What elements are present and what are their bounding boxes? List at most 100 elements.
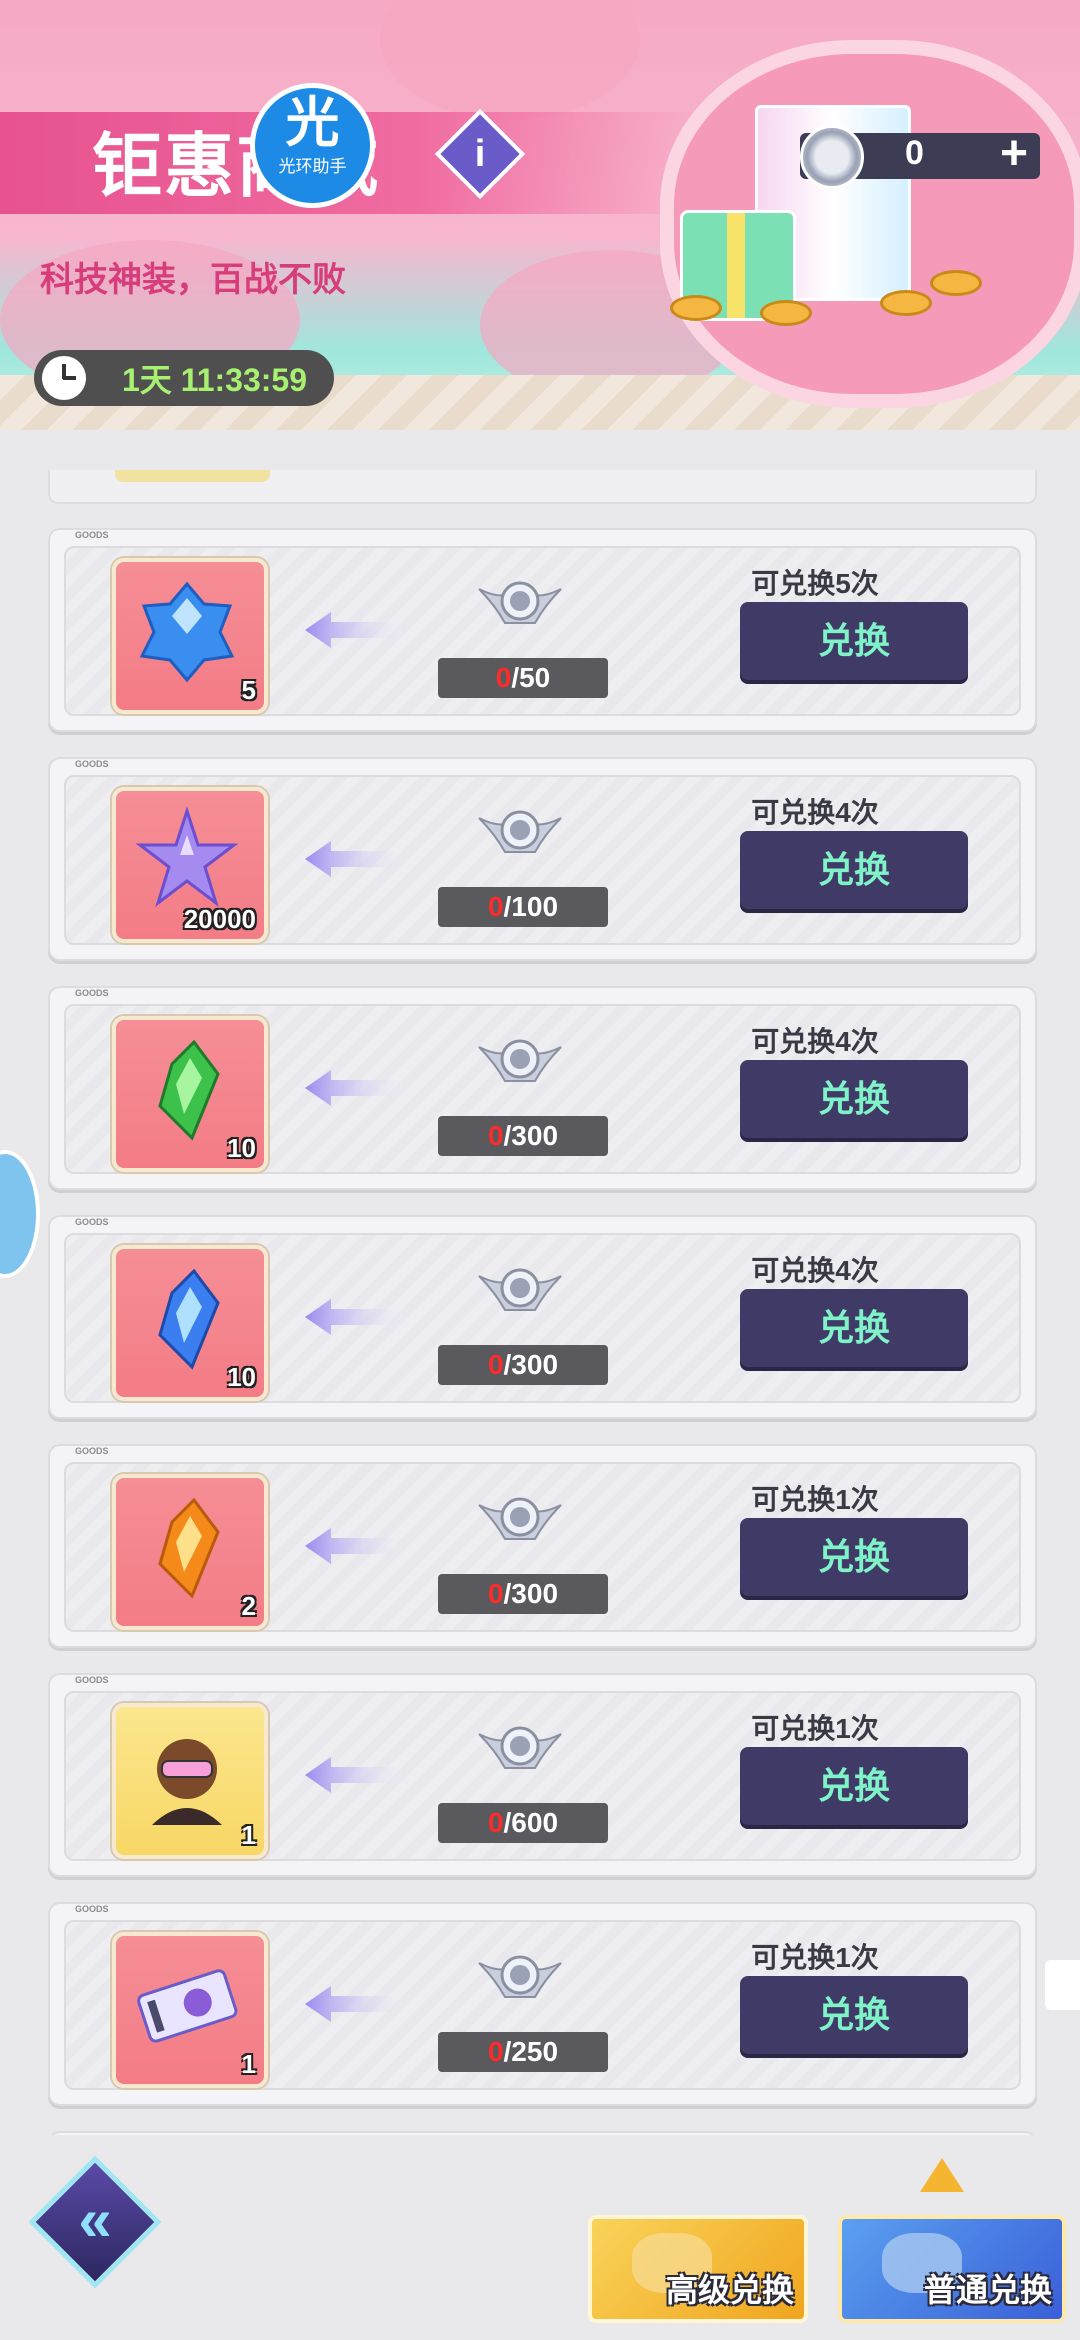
cost-progress: 0/300: [438, 1345, 608, 1385]
required-amount: /250: [503, 2036, 559, 2067]
back-chevrons-icon: «: [78, 2186, 112, 2253]
required-amount: /300: [503, 1120, 559, 1151]
owned-amount: 0: [487, 1578, 504, 1609]
silver-medal-icon: [800, 125, 864, 189]
reward-quantity: 1: [241, 2049, 256, 2079]
exchange-list[interactable]: GOODS 5 0/50 可兑换5次 兑换 GOODS 20000 0/100 可兑换4次 兑换 G…: [0, 470, 1080, 2135]
exchange-item-card: GOODS 10 0/300 可兑换4次 兑换: [48, 1215, 1037, 1419]
coin-icon: [930, 270, 982, 296]
silver-medal-icon: [475, 575, 565, 630]
reward-quantity: 10: [227, 1362, 256, 1392]
owned-amount: 0: [487, 1807, 504, 1838]
header-cloud-decoration: [380, 0, 640, 120]
card-tag: GOODS: [75, 988, 109, 998]
exchange-limit-text: 可兑换4次: [751, 797, 879, 828]
exchange-item-card: GOODS 10 0/300 可兑换4次 兑换: [48, 986, 1037, 1190]
exchange-button[interactable]: 兑换: [740, 1747, 968, 1825]
cost-progress: 0/100: [438, 887, 608, 927]
reward-quantity: 5: [241, 675, 256, 705]
exchange-button[interactable]: 兑换: [740, 602, 968, 680]
shop-header: 钜惠商城 光 光环助手 i 科技神装，百战不败 1天 11:33:59 0 +: [0, 0, 1080, 430]
reward-item[interactable]: 10: [112, 1245, 268, 1401]
reward-quantity: 1: [241, 1820, 256, 1850]
arrow-left-icon: [305, 1068, 405, 1108]
coin-icon: [760, 300, 812, 326]
reward-item[interactable]: 20000: [112, 787, 268, 943]
reward-item[interactable]: 5: [112, 558, 268, 714]
selected-tab-caret-icon: [920, 2158, 964, 2192]
reward-quantity: 10: [227, 1133, 256, 1163]
exchange-limit-text: 可兑换1次: [751, 1713, 879, 1744]
reward-item[interactable]: 2: [112, 1474, 268, 1630]
arrow-left-icon: [305, 1755, 405, 1795]
currency-value: 0: [905, 134, 924, 172]
exchange-item-card: GOODS 2 0/300 可兑换1次 兑换: [48, 1444, 1037, 1648]
owned-amount: 0: [487, 2036, 504, 2067]
exchange-limit-text: 可兑换4次: [751, 1026, 879, 1057]
required-amount: /100: [503, 891, 559, 922]
info-icon-glyph: i: [474, 133, 486, 175]
partial-card-top: [48, 470, 1037, 504]
owned-amount: 0: [487, 891, 504, 922]
exchange-button[interactable]: 兑换: [740, 1976, 968, 2054]
reward-item[interactable]: 1: [112, 1703, 268, 1859]
coin-icon: [670, 295, 722, 321]
silver-medal-icon: [475, 1262, 565, 1317]
cost-progress: 0/50: [438, 658, 608, 698]
card-tag: GOODS: [75, 1675, 109, 1685]
cost-progress: 0/250: [438, 2032, 608, 2072]
required-amount: /600: [503, 1807, 559, 1838]
exchange-limit-text: 可兑换1次: [751, 1484, 879, 1515]
reward-quantity: 2: [241, 1591, 256, 1621]
exchange-item-card: GOODS 20000 0/100 可兑换4次 兑换: [48, 757, 1037, 961]
coin-icon: [880, 290, 932, 316]
card-tag: GOODS: [75, 759, 109, 769]
card-tag: GOODS: [75, 530, 109, 540]
exchange-button[interactable]: 兑换: [740, 831, 968, 909]
card-tag: GOODS: [75, 1217, 109, 1227]
reward-item[interactable]: 1: [112, 1932, 268, 2088]
exchange-item-card: GOODS 5 0/50 可兑换5次 兑换: [48, 528, 1037, 732]
tab-normal-exchange[interactable]: 普通兑换: [838, 2215, 1066, 2323]
card-tag: GOODS: [75, 1904, 109, 1914]
page-subtitle: 科技神装，百战不败: [40, 261, 346, 299]
required-amount: /300: [503, 1578, 559, 1609]
logo-main-text: 光: [285, 93, 340, 153]
silver-medal-icon: [475, 1949, 565, 2004]
exchange-limit-text: 可兑换1次: [751, 1942, 879, 1973]
silver-medal-icon: [475, 1491, 565, 1546]
clock-icon: [42, 356, 86, 400]
arrow-left-icon: [305, 1526, 405, 1566]
required-amount: /300: [503, 1349, 559, 1380]
puzzle-piece-icon: [1045, 1960, 1080, 2010]
partial-card-bottom: [48, 2131, 1037, 2135]
silver-medal-icon: [475, 1720, 565, 1775]
logo-sub-text: 光环助手: [278, 157, 347, 176]
silver-medal-icon: [475, 804, 565, 859]
back-button[interactable]: «: [28, 2155, 162, 2289]
arrow-left-icon: [305, 610, 405, 650]
reward-quantity: 20000: [183, 904, 256, 934]
tab-normal-label: 普通兑换: [923, 2272, 1052, 2308]
add-currency-button[interactable]: +: [1000, 126, 1028, 181]
card-tag: GOODS: [75, 1446, 109, 1456]
exchange-button[interactable]: 兑换: [740, 1060, 968, 1138]
required-amount: /50: [511, 662, 551, 693]
countdown-timer: 1天 11:33:59: [34, 350, 334, 406]
exchange-button[interactable]: 兑换: [740, 1289, 968, 1367]
silver-medal-icon: [475, 1033, 565, 1088]
app-logo-watermark: 光 光环助手: [250, 83, 375, 208]
arrow-left-icon: [305, 1297, 405, 1337]
exchange-limit-text: 可兑换5次: [751, 568, 879, 599]
cost-progress: 0/600: [438, 1803, 608, 1843]
exchange-item-card: GOODS 1 0/250 可兑换1次 兑换: [48, 1902, 1037, 2106]
exchange-limit-text: 可兑换4次: [751, 1255, 879, 1286]
arrow-left-icon: [305, 839, 405, 879]
cost-progress: 0/300: [438, 1574, 608, 1614]
owned-amount: 0: [495, 662, 512, 693]
owned-amount: 0: [487, 1349, 504, 1380]
reward-item[interactable]: 10: [112, 1016, 268, 1172]
tab-advanced-exchange[interactable]: 高级兑换: [588, 2215, 808, 2323]
arrow-left-icon: [305, 1984, 405, 2024]
exchange-button[interactable]: 兑换: [740, 1518, 968, 1596]
